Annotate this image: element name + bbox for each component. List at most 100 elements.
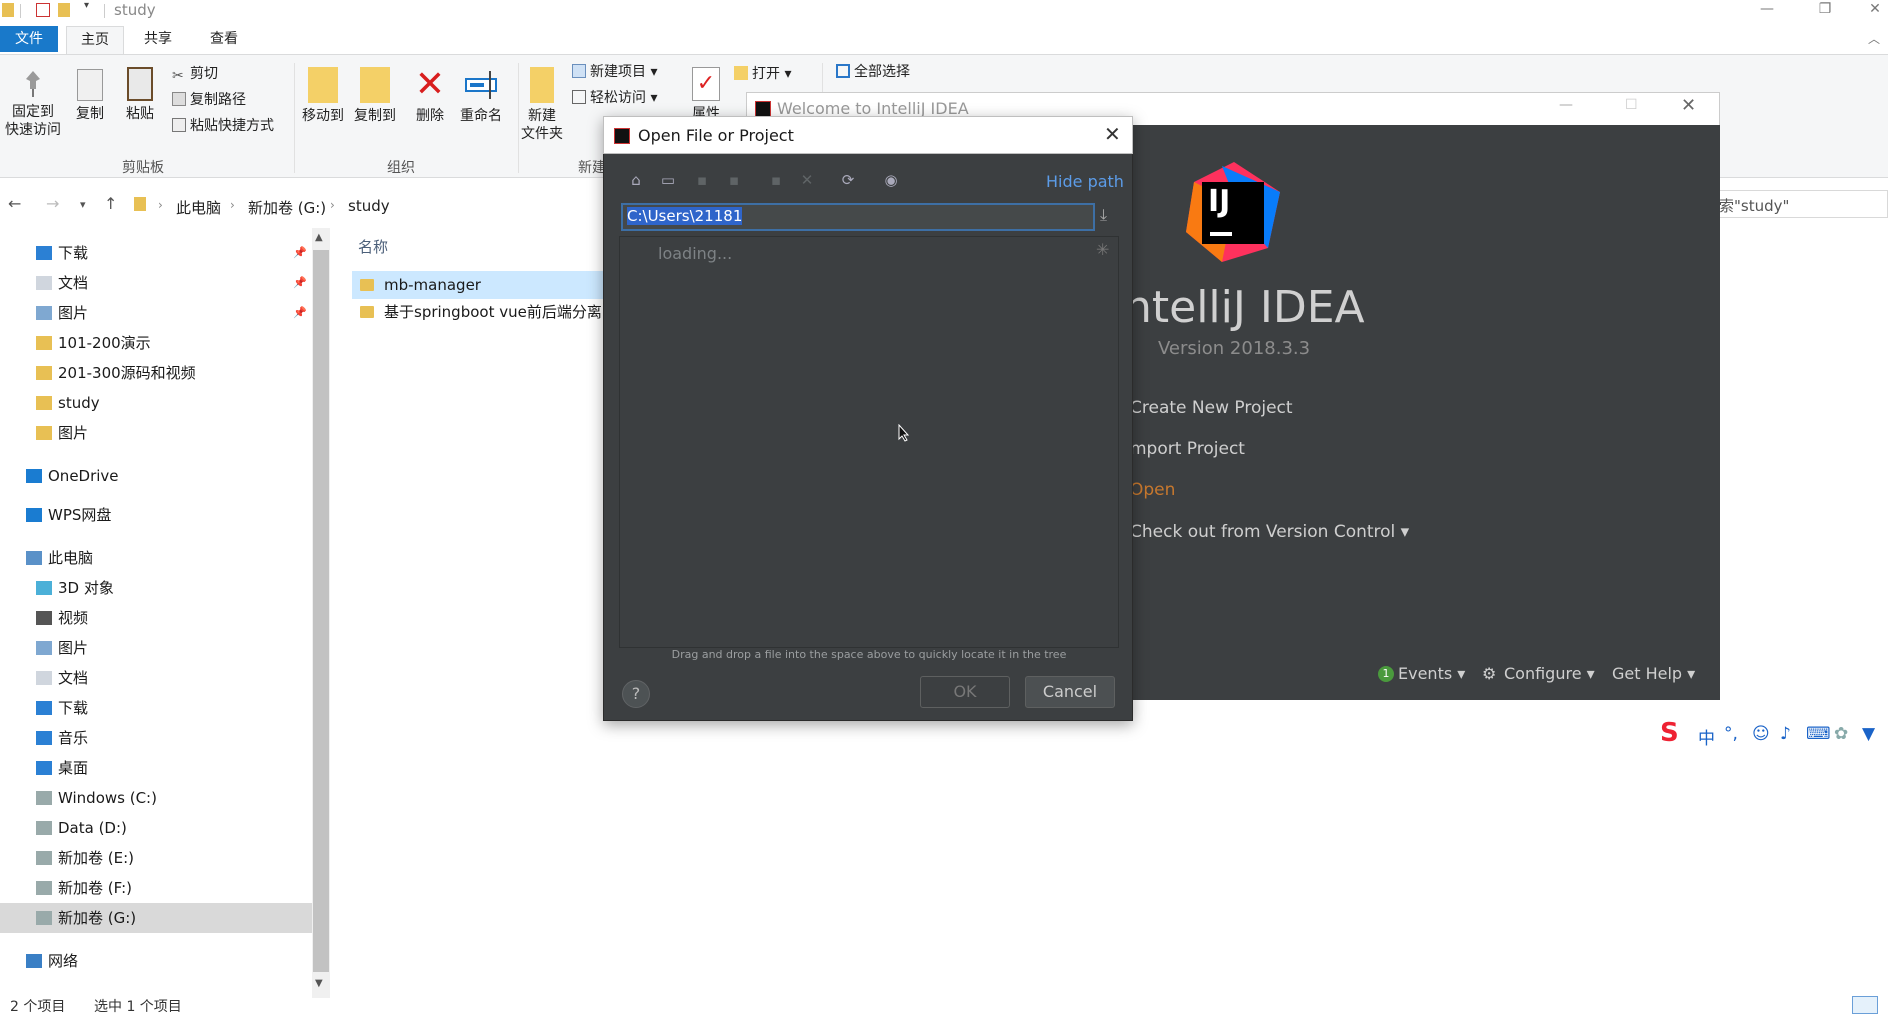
file-tree[interactable] [619,236,1119,648]
sidebar-item[interactable]: 101-200演示 [0,328,312,358]
file-row[interactable]: mb-manager [352,271,606,299]
new-folder-quick-icon[interactable] [58,3,70,17]
ok-button[interactable]: OK [920,676,1010,708]
column-header-name[interactable]: 名称 [358,236,388,257]
scroll-down-icon[interactable]: ▼ [315,978,323,989]
chevron-right-icon[interactable]: › [158,198,163,212]
customize-toolbar-icon[interactable]: ▾ [84,0,89,11]
intellij-close-button[interactable]: ✕ [1681,95,1696,116]
new-folder-button[interactable]: 新建 文件夹 [520,67,564,143]
tab-home[interactable]: 主页 [66,26,124,54]
new-item-button[interactable]: 新建项目 ▾ [572,61,657,83]
sidebar-item[interactable]: Data (D:) [0,813,312,843]
sidebar-item[interactable]: 此电脑 [0,543,312,573]
cut-button[interactable]: ✂ 剪切 [172,63,218,85]
dialog-close-button[interactable]: ✕ [1104,122,1121,146]
close-button[interactable]: ✕ [1850,0,1888,22]
paste-shortcut-button[interactable]: 粘贴快捷方式 [172,115,274,137]
microphone-icon[interactable]: ♪ [1780,724,1791,744]
new-folder-icon[interactable]: ▪ [766,170,786,190]
breadcrumb-drive-g[interactable]: 新加卷 (G:) [248,197,326,218]
download-icon[interactable]: ⤓ [1100,205,1107,225]
delete-icon[interactable]: ✕ [797,170,817,190]
breadcrumb-study[interactable]: study [348,197,390,215]
chevron-right-icon[interactable]: › [230,198,235,212]
sidebar-item[interactable]: study [0,388,312,418]
sidebar-item[interactable]: 201-300源码和视频 [0,358,312,388]
delete-button[interactable]: ✕ 删除 [410,67,450,125]
address-bar[interactable]: › 此电脑 › 新加卷 (G:) › study [128,190,608,218]
details-view-icon[interactable] [1852,996,1878,1014]
events-button[interactable]: Events ▾ [1398,664,1465,683]
minimize-button[interactable]: — [1742,0,1792,22]
open-link[interactable]: Open [1130,480,1175,500]
gear-icon[interactable]: ⚙ [1482,664,1496,683]
import-project-link[interactable]: mport Project [1130,439,1245,459]
hide-path-link[interactable]: Hide path [1046,172,1124,191]
sidebar-item[interactable]: 3D 对象 [0,573,312,603]
sidebar-item[interactable]: 新加卷 (F:) [0,873,312,903]
chevron-right-icon[interactable]: › [330,198,335,212]
sidebar-item[interactable]: 文档 [0,663,312,693]
emoji-icon[interactable]: ☺ [1752,724,1770,744]
scroll-up-icon[interactable]: ▲ [315,232,323,243]
restore-button[interactable]: ❐ [1800,0,1850,22]
sogou-logo-icon[interactable]: S [1660,718,1692,750]
tab-view[interactable]: 查看 [196,26,252,52]
copy-button[interactable]: 复制 [70,69,110,123]
paste-button[interactable]: 粘贴 [120,67,160,123]
create-new-project-link[interactable]: Create New Project [1130,398,1293,418]
properties-quick-icon[interactable] [36,3,50,17]
sidebar-item[interactable]: 图片 📌 [0,298,312,328]
show-hidden-files-icon[interactable]: ◉ [881,170,901,190]
sidebar-item[interactable]: WPS网盘 [0,500,312,530]
sidebar-item[interactable]: 桌面 [0,753,312,783]
sidebar-item[interactable]: 网络 [0,946,312,976]
sidebar-item[interactable]: 视频 [0,603,312,633]
ime-language-toggle[interactable]: 中 [1698,724,1715,749]
collapse-ribbon-icon[interactable]: ︿ [1868,30,1880,47]
desktop-icon[interactable]: ▭ [658,170,678,190]
recent-locations-icon[interactable]: ▾ [80,198,86,211]
sidebar-item[interactable]: 新加卷 (E:) [0,843,312,873]
sidebar-item[interactable]: 文档 📌 [0,268,312,298]
open-button[interactable]: 打开 ▾ [734,63,791,85]
skin-icon[interactable]: ▼ [1862,724,1875,744]
tab-file[interactable]: 文件 [0,26,58,52]
module-folder-icon[interactable]: ▪ [724,170,744,190]
refresh-icon[interactable]: ⟳ [838,170,858,190]
properties-button[interactable]: ✓ 属性 [688,67,724,123]
get-help-button[interactable]: Get Help ▾ [1612,664,1695,683]
sidebar-scrollbar-thumb[interactable] [313,250,329,972]
forward-arrow-icon[interactable]: → [46,194,59,213]
tools-icon[interactable]: ✿ [1834,724,1848,744]
copy-path-button[interactable]: 复制路径 [172,89,246,111]
keyboard-icon[interactable]: ⌨ [1806,724,1831,744]
sidebar-item[interactable]: Windows (C:) [0,783,312,813]
home-icon[interactable]: ⌂ [626,170,646,190]
help-button[interactable]: ? [622,680,650,708]
sidebar-item[interactable]: OneDrive [0,461,312,491]
move-to-button[interactable]: 移动到 [298,67,348,125]
pin-quick-access-button[interactable]: 固定到 快速访问 [4,69,62,139]
sidebar-item[interactable]: 下载 [0,693,312,723]
copy-to-button[interactable]: 复制到 [350,67,400,125]
sidebar-item[interactable]: 图片 [0,418,312,448]
ime-punctuation-toggle[interactable]: °, [1724,724,1738,744]
rename-button[interactable]: 重命名 [456,67,506,125]
file-row[interactable]: 基于springboot vue前后端分离 [352,298,606,326]
configure-button[interactable]: Configure ▾ [1504,664,1595,683]
tab-share[interactable]: 共享 [130,26,186,52]
sidebar-item[interactable]: 下载 📌 [0,238,312,268]
back-arrow-icon[interactable]: ← [8,194,21,213]
sidebar-item[interactable]: 音乐 [0,723,312,753]
easy-access-button[interactable]: 轻松访问 ▾ [572,87,657,109]
sidebar-item[interactable]: 图片 [0,633,312,663]
intellij-minimize-button[interactable]: — [1559,97,1573,113]
breadcrumb-this-pc[interactable]: 此电脑 [176,197,221,218]
checkout-vcs-link[interactable]: Check out from Version Control ▾ [1130,522,1409,542]
search-input[interactable]: 索"study" [1712,190,1888,218]
sidebar-item[interactable]: 新加卷 (G:) [0,903,312,933]
project-folder-icon[interactable]: ▪ [692,170,712,190]
select-all-button[interactable]: 全部选择 [836,61,910,83]
